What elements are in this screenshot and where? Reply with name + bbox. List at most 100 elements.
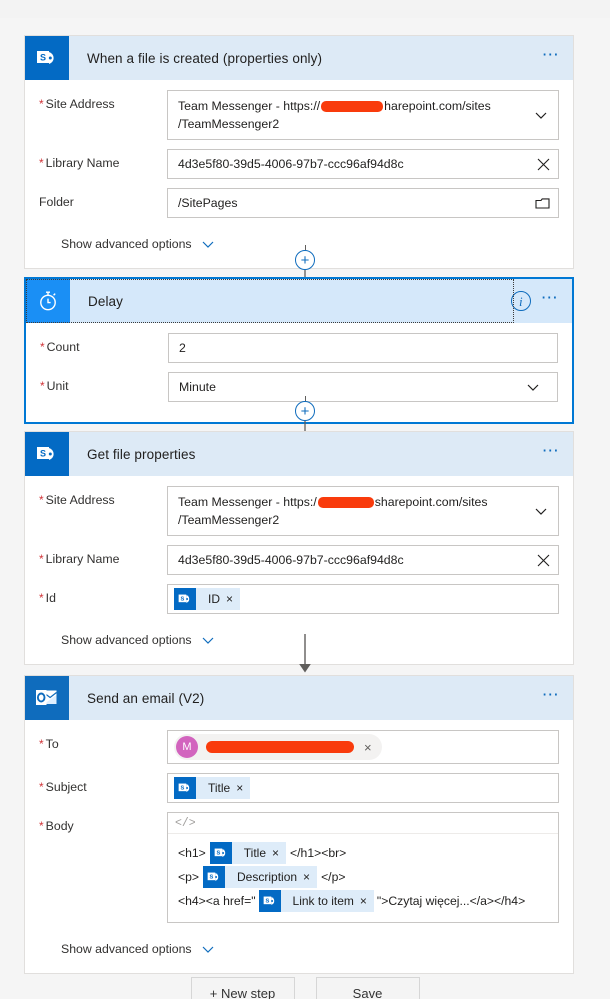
step-card-when-a-file-is-created[interactable]: S When a file is created (properties onl… xyxy=(24,35,574,269)
step-header[interactable]: S Get file properties ⋯ xyxy=(25,432,573,476)
html-before: <p> xyxy=(178,870,200,884)
token-chip-link-to-item[interactable]: S Link to item × xyxy=(258,889,374,913)
sharepoint-icon: S xyxy=(174,777,196,799)
field-label: To xyxy=(39,730,167,751)
new-step-button[interactable]: + New step xyxy=(190,977,295,999)
step-body: Site Address Team Messenger - https:// ha… xyxy=(25,80,573,268)
save-button[interactable]: Save xyxy=(315,977,420,999)
token-remove-icon[interactable]: × xyxy=(226,592,240,606)
code-icon: </> xyxy=(175,816,196,830)
folder-value: /SitePages xyxy=(178,196,238,210)
field-library-name: Library Name 4d3e5f80-39d5-4006-97b7-ccc… xyxy=(39,545,559,575)
field-label: Site Address xyxy=(39,90,167,111)
library-name-value: 4d3e5f80-39d5-4006-97b7-ccc96af94d8c xyxy=(178,157,404,171)
folder-input[interactable]: /SitePages xyxy=(167,188,559,218)
recipient-persona[interactable]: M × xyxy=(174,734,382,760)
token-label: Title xyxy=(208,781,231,795)
site-address-prefix: Team Messenger - https:// xyxy=(178,99,321,113)
to-input[interactable]: M × xyxy=(167,730,559,764)
step-header[interactable]: S When a file is created (properties onl… xyxy=(25,36,573,80)
step-body: To M × Subject xyxy=(25,720,573,973)
subject-input[interactable]: S Title × xyxy=(167,773,559,803)
site-address-input[interactable]: Team Messenger - https:// harepoint.com/s… xyxy=(167,90,559,140)
step-card-send-an-email-v2[interactable]: Send an email (V2) ⋯ To M × xyxy=(24,675,574,974)
token-remove-icon[interactable]: × xyxy=(236,781,250,795)
site-address-prefix: Team Messenger - https:/ xyxy=(178,495,317,509)
field-label: Folder xyxy=(39,195,74,209)
token-chip-title[interactable]: S Title × xyxy=(174,777,251,799)
field-label: Unit xyxy=(40,372,168,393)
chevron-down-icon[interactable] xyxy=(524,107,558,123)
token-remove-icon[interactable]: × xyxy=(360,889,374,913)
close-icon[interactable] xyxy=(537,554,550,567)
id-input[interactable]: S ID × xyxy=(167,584,559,614)
outlook-icon xyxy=(25,676,69,720)
field-label: Library Name xyxy=(39,545,167,566)
sharepoint-icon: S xyxy=(25,36,69,80)
site-address-line2: /TeamMessenger2 xyxy=(178,117,280,131)
sharepoint-icon: S xyxy=(258,890,281,912)
count-input[interactable]: 2 xyxy=(168,333,558,363)
field-folder: Folder /SitePages xyxy=(39,188,559,218)
step-menu-icon[interactable]: ⋯ xyxy=(541,289,560,309)
html-after: ">Czytaj więcej...</a></h4> xyxy=(376,894,526,908)
svg-text:S: S xyxy=(40,449,46,459)
arrow-down-icon xyxy=(299,634,311,673)
svg-text:S: S xyxy=(216,851,220,857)
unit-value: Minute xyxy=(179,380,216,394)
step-title: Get file properties xyxy=(87,446,196,462)
token-chip-title[interactable]: S Title × xyxy=(209,841,287,865)
sharepoint-icon: S xyxy=(174,588,196,610)
step-menu-icon[interactable]: ⋯ xyxy=(542,442,561,462)
library-name-value: 4d3e5f80-39d5-4006-97b7-ccc96af94d8c xyxy=(178,553,404,567)
avatar: M xyxy=(176,736,198,758)
close-icon[interactable] xyxy=(537,158,550,171)
library-name-input[interactable]: 4d3e5f80-39d5-4006-97b7-ccc96af94d8c xyxy=(167,545,559,575)
sharepoint-icon: S xyxy=(203,866,226,888)
token-chip-id[interactable]: S ID × xyxy=(174,588,241,610)
folder-icon[interactable] xyxy=(535,197,550,210)
body-html-editor[interactable]: </> <h1> S Title × </h1><br> <p> S Descr… xyxy=(167,812,559,923)
info-icon[interactable]: i xyxy=(510,291,531,311)
footer-actions: + New step Save xyxy=(0,977,610,999)
chevron-down-icon xyxy=(202,946,214,953)
sharepoint-icon: S xyxy=(209,842,232,864)
library-name-input[interactable]: 4d3e5f80-39d5-4006-97b7-ccc96af94d8c xyxy=(167,149,559,179)
token-remove-icon[interactable]: × xyxy=(303,865,317,889)
html-line: <h1> S Title × </h1><br> xyxy=(178,841,548,865)
field-id: Id S ID × xyxy=(39,584,559,614)
field-site-address: Site Address Team Messenger - https:// ha… xyxy=(39,90,559,140)
svg-text:S: S xyxy=(40,53,46,63)
field-label: Subject xyxy=(39,773,167,794)
field-label: Library Name xyxy=(39,149,167,170)
redaction-bar xyxy=(206,741,354,753)
html-after: </h1><br> xyxy=(290,846,347,860)
body-html-content: <h1> S Title × </h1><br> <p> S Descripti… xyxy=(168,834,558,922)
remove-recipient-icon[interactable]: × xyxy=(364,740,378,755)
step-menu-icon[interactable]: ⋯ xyxy=(542,46,561,66)
step-header-actions: ⋯ xyxy=(542,686,573,706)
html-before: <h1> xyxy=(178,846,206,860)
insert-step-button[interactable]: + xyxy=(295,250,315,270)
svg-text:S: S xyxy=(181,786,185,792)
step-menu-icon[interactable]: ⋯ xyxy=(542,686,561,706)
token-label: Description xyxy=(237,870,298,884)
chevron-down-icon[interactable] xyxy=(524,503,558,519)
token-remove-icon[interactable]: × xyxy=(272,841,286,865)
html-code-view-toggle[interactable]: </> xyxy=(168,813,558,834)
chevron-down-icon[interactable] xyxy=(525,379,549,395)
field-label: Site Address xyxy=(39,486,167,507)
show-advanced-options-4[interactable]: Show advanced options xyxy=(39,932,559,967)
field-body: Body </> <h1> S xyxy=(39,812,559,923)
insert-step-button[interactable]: + xyxy=(295,401,315,421)
stopwatch-icon xyxy=(26,279,70,323)
step-title: Delay xyxy=(88,293,124,309)
site-address-suffix: harepoint.com/sites xyxy=(384,99,491,113)
redaction-bar xyxy=(317,497,374,509)
step-card-get-file-properties[interactable]: S Get file properties ⋯ Site Address Tea… xyxy=(24,431,574,665)
token-chip-description[interactable]: S Description × xyxy=(203,865,318,889)
site-address-input[interactable]: Team Messenger - https:/ sharepoint.com/s… xyxy=(167,486,559,536)
step-header[interactable]: Send an email (V2) ⋯ xyxy=(25,676,573,720)
html-before: <h4><a href=" xyxy=(178,894,256,908)
step-header[interactable]: Delay i ⋯ xyxy=(26,279,572,323)
